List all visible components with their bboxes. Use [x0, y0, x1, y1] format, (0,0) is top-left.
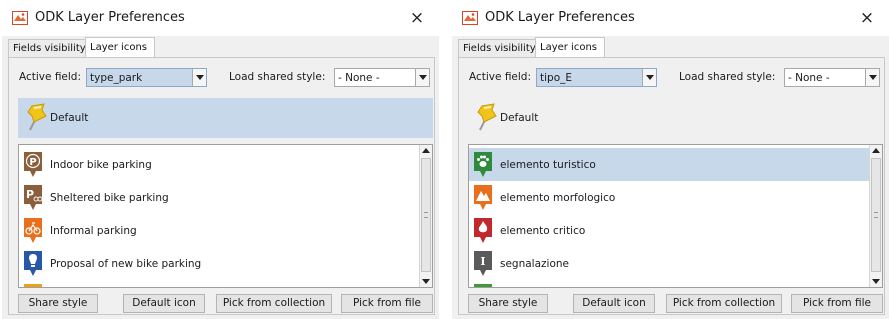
active-field-value: tipo_E [540, 72, 573, 84]
tab-layer-icons[interactable]: Layer icons [535, 37, 605, 57]
list-item-label: Informal parking [50, 225, 137, 237]
partial-marker-icon [24, 284, 42, 287]
pick-from-collection-button[interactable]: Pick from collection [666, 294, 782, 313]
shared-style-label: Load shared style: [679, 71, 776, 83]
vertical-scrollbar[interactable] [419, 145, 432, 287]
tab-fields-visibility[interactable]: Fields visibility [8, 39, 86, 57]
icon-list[interactable]: elemento turistico elemento morfologico … [468, 144, 883, 288]
default-icon-row[interactable]: Default [18, 98, 433, 138]
partial-marker-icon [474, 284, 492, 287]
info-i-icon: I [474, 251, 492, 276]
landscape-icon [474, 185, 492, 210]
yellow-pushpin-icon [27, 103, 47, 131]
svg-text:P: P [29, 157, 36, 168]
active-field-label: Active field: [19, 71, 82, 83]
active-field-select[interactable]: tipo_E [536, 68, 657, 87]
yellow-pushpin-icon [477, 103, 497, 131]
list-item[interactable]: elemento turistico [469, 148, 869, 181]
list-item-label: Indoor bike parking [50, 159, 152, 171]
list-item-label: elemento critico [500, 225, 586, 237]
list-item[interactable] [19, 280, 419, 287]
odk-layer-preferences-dialog-left: ODK Layer Preferences × Fields visibilit… [2, 0, 439, 319]
scrollbar-thumb[interactable] [871, 158, 881, 272]
shared-style-select[interactable]: - None - [784, 68, 880, 87]
list-item-label: elemento morfologico [500, 192, 616, 204]
shared-style-value: - None - [338, 72, 380, 84]
svg-text:I: I [480, 255, 485, 268]
app-layer-icon [12, 11, 28, 25]
shared-style-value: - None - [788, 72, 830, 84]
list-item-label: Proposal of new bike parking [50, 258, 202, 270]
pick-from-file-button[interactable]: Pick from file [341, 294, 433, 313]
odk-layer-preferences-dialog-right: ODK Layer Preferences × Fields visibilit… [452, 0, 889, 319]
list-item[interactable]: P Sheltered bike parking [19, 181, 419, 214]
svg-text:P: P [26, 188, 34, 201]
pick-from-file-button[interactable]: Pick from file [791, 294, 883, 313]
chevron-down-icon[interactable] [415, 69, 429, 86]
scroll-up-arrow-icon[interactable] [870, 145, 882, 157]
fire-icon [474, 218, 492, 243]
paw-icon [474, 152, 492, 177]
icon-list[interactable]: P Indoor bike parking P Sheltered bike p… [18, 144, 433, 288]
share-style-button[interactable]: Share style [18, 294, 98, 313]
active-field-value: type_park [90, 72, 143, 84]
app-layer-icon [462, 11, 478, 25]
grip-icon [424, 212, 428, 218]
default-label: Default [50, 112, 89, 124]
list-item-label: elemento turistico [500, 159, 596, 171]
default-label: Default [500, 112, 539, 124]
shared-style-label: Load shared style: [229, 71, 326, 83]
share-style-button[interactable]: Share style [468, 294, 548, 313]
grip-icon [874, 212, 878, 218]
default-icon-row[interactable]: Default [468, 98, 883, 138]
parking-p-icon: P [24, 152, 42, 177]
list-item-label: segnalazione [500, 258, 570, 270]
default-icon-button[interactable]: Default icon [123, 294, 205, 313]
list-item[interactable]: P Indoor bike parking [19, 148, 419, 181]
chevron-down-icon[interactable] [642, 69, 656, 86]
chevron-down-icon[interactable] [865, 69, 879, 86]
scroll-down-arrow-icon[interactable] [420, 275, 432, 287]
list-item[interactable] [469, 280, 869, 287]
title-bar: ODK Layer Preferences × [452, 0, 889, 36]
shared-style-select[interactable]: - None - [334, 68, 430, 87]
list-item[interactable]: elemento morfologico [469, 181, 869, 214]
title-bar: ODK Layer Preferences × [2, 0, 439, 36]
pick-from-collection-button[interactable]: Pick from collection [216, 294, 332, 313]
tab-layer-icons[interactable]: Layer icons [85, 37, 155, 57]
tab-fields-visibility[interactable]: Fields visibility [458, 39, 536, 57]
layer-icons-panel: Active field: tipo_E Load shared style: … [458, 57, 885, 315]
default-icon-button[interactable]: Default icon [573, 294, 655, 313]
vertical-scrollbar[interactable] [869, 145, 882, 287]
scroll-up-arrow-icon[interactable] [420, 145, 432, 157]
layer-icons-panel: Active field: type_park Load shared styl… [8, 57, 435, 315]
window-title: ODK Layer Preferences [485, 10, 635, 25]
cyclist-icon [24, 218, 42, 243]
lightbulb-icon [24, 251, 42, 276]
close-button[interactable]: × [845, 0, 889, 36]
list-item[interactable]: elemento critico [469, 214, 869, 247]
list-item[interactable]: Informal parking [19, 214, 419, 247]
close-button[interactable]: × [395, 0, 439, 36]
window-title: ODK Layer Preferences [35, 10, 185, 25]
list-item[interactable]: Proposal of new bike parking [19, 247, 419, 280]
active-field-select[interactable]: type_park [86, 68, 207, 87]
chevron-down-icon[interactable] [192, 69, 206, 86]
scroll-down-arrow-icon[interactable] [870, 275, 882, 287]
scrollbar-thumb[interactable] [421, 158, 431, 272]
active-field-label: Active field: [469, 71, 532, 83]
list-item[interactable]: I segnalazione [469, 247, 869, 280]
list-item-label: Sheltered bike parking [50, 192, 169, 204]
parking-bike-icon: P [24, 185, 43, 210]
